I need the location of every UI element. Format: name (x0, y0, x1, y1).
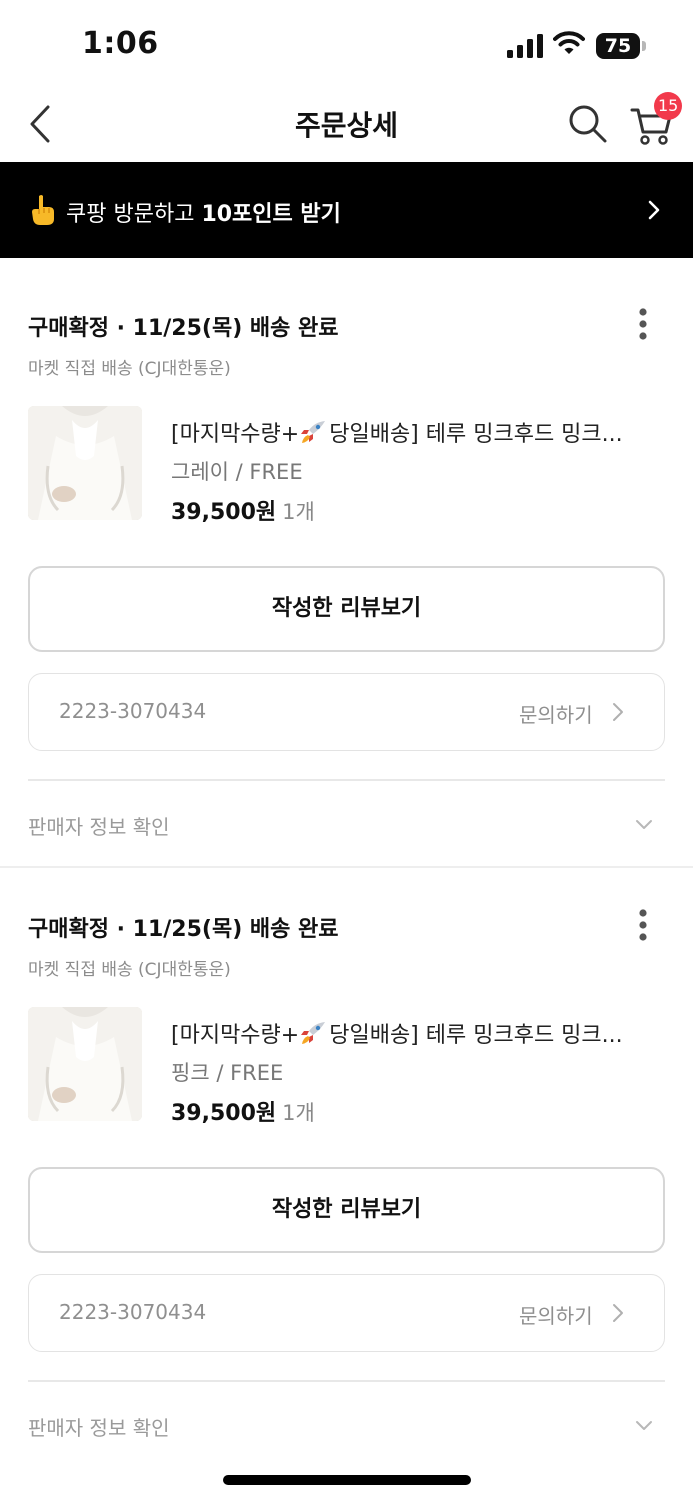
home-indicator (223, 1475, 471, 1485)
product-price: 39,500원 (171, 500, 277, 525)
order-status: 구매확정 · 11/25(목) 배송 완료 (28, 917, 339, 942)
order-number: 2223-3070434 (59, 1300, 207, 1324)
product-option: 그레이 / FREE (171, 460, 303, 484)
product-name[interactable]: [마지막수량+ 당일배송] 테루 밍크후드 밍크... (171, 416, 651, 448)
view-review-button[interactable]: 작성한 리뷰보기 (28, 566, 665, 652)
seller-info-toggle[interactable]: 판매자 정보 확인 (28, 1412, 170, 1441)
points-banner[interactable]: 쿠팡 방문하고 10포인트 받기 (0, 162, 693, 258)
product-price-line: 39,500원 1개 (171, 1095, 315, 1127)
more-options-icon[interactable] (630, 306, 656, 342)
cellular-signal-icon (507, 34, 543, 58)
chevron-down-icon[interactable] (634, 815, 654, 835)
search-icon[interactable] (566, 102, 610, 146)
product-option: 핑크 / FREE (171, 1061, 284, 1085)
more-options-icon[interactable] (630, 907, 656, 943)
rocket-icon (301, 421, 326, 443)
shipping-info: 마켓 직접 배송 (CJ대한통운) (28, 960, 231, 980)
product-quantity: 1개 (282, 1101, 315, 1125)
banner-text-prefix: 쿠팡 방문하고 (66, 202, 202, 227)
inquiry-row[interactable]: 2223-3070434 문의하기 (28, 1274, 665, 1352)
inquiry-row[interactable]: 2223-3070434 문의하기 (28, 673, 665, 751)
battery-indicator: 75 (596, 33, 646, 59)
product-name-start: [마지막수량+ (171, 1023, 300, 1048)
product-thumbnail[interactable] (28, 1007, 142, 1121)
product-name[interactable]: [마지막수량+ 당일배송] 테루 밍크후드 밍크... (171, 1017, 651, 1049)
product-price-line: 39,500원 1개 (171, 494, 315, 526)
chevron-right-icon (613, 1304, 623, 1322)
product-name-end: 당일배송] 테루 밍크후드 밍크... (329, 1023, 623, 1048)
status-bar: 1:06 75 (0, 0, 693, 88)
battery-level: 75 (604, 35, 632, 57)
battery-tip (642, 41, 646, 51)
chevron-left-icon[interactable] (22, 102, 62, 146)
chevron-right-icon (648, 200, 660, 220)
divider (28, 1380, 665, 1382)
top-navigation-bar: 주문상세 (0, 88, 693, 162)
chevron-down-icon[interactable] (634, 1416, 654, 1436)
banner-text: 쿠팡 방문하고 10포인트 받기 (66, 196, 341, 228)
pointing-hand-icon (32, 195, 54, 225)
product-image (28, 406, 142, 520)
rocket-icon (301, 1022, 326, 1044)
divider (28, 779, 665, 781)
product-name-start: [마지막수량+ (171, 422, 300, 447)
banner-text-strong: 10포인트 받기 (201, 202, 341, 227)
order-status: 구매확정 · 11/25(목) 배송 완료 (28, 316, 339, 341)
seller-info-toggle[interactable]: 판매자 정보 확인 (28, 811, 170, 840)
order-item-card: 구매확정 · 11/25(목) 배송 완료 마켓 직접 배송 (CJ대한통운) … (0, 859, 693, 1459)
inquiry-link[interactable]: 문의하기 (519, 1300, 593, 1329)
product-price: 39,500원 (171, 1101, 277, 1126)
status-time: 1:06 (82, 26, 159, 61)
order-number: 2223-3070434 (59, 699, 207, 723)
product-image (28, 1007, 142, 1121)
wifi-icon (553, 31, 585, 54)
shipping-info: 마켓 직접 배송 (CJ대한통운) (28, 359, 231, 379)
inquiry-link[interactable]: 문의하기 (519, 699, 593, 728)
product-name-end: 당일배송] 테루 밍크후드 밍크... (329, 422, 623, 447)
order-item-card: 구매확정 · 11/25(목) 배송 완료 마켓 직접 배송 (CJ대한통운) … (0, 258, 693, 858)
chevron-right-icon (613, 703, 623, 721)
product-quantity: 1개 (282, 500, 315, 524)
product-thumbnail[interactable] (28, 406, 142, 520)
view-review-button[interactable]: 작성한 리뷰보기 (28, 1167, 665, 1253)
